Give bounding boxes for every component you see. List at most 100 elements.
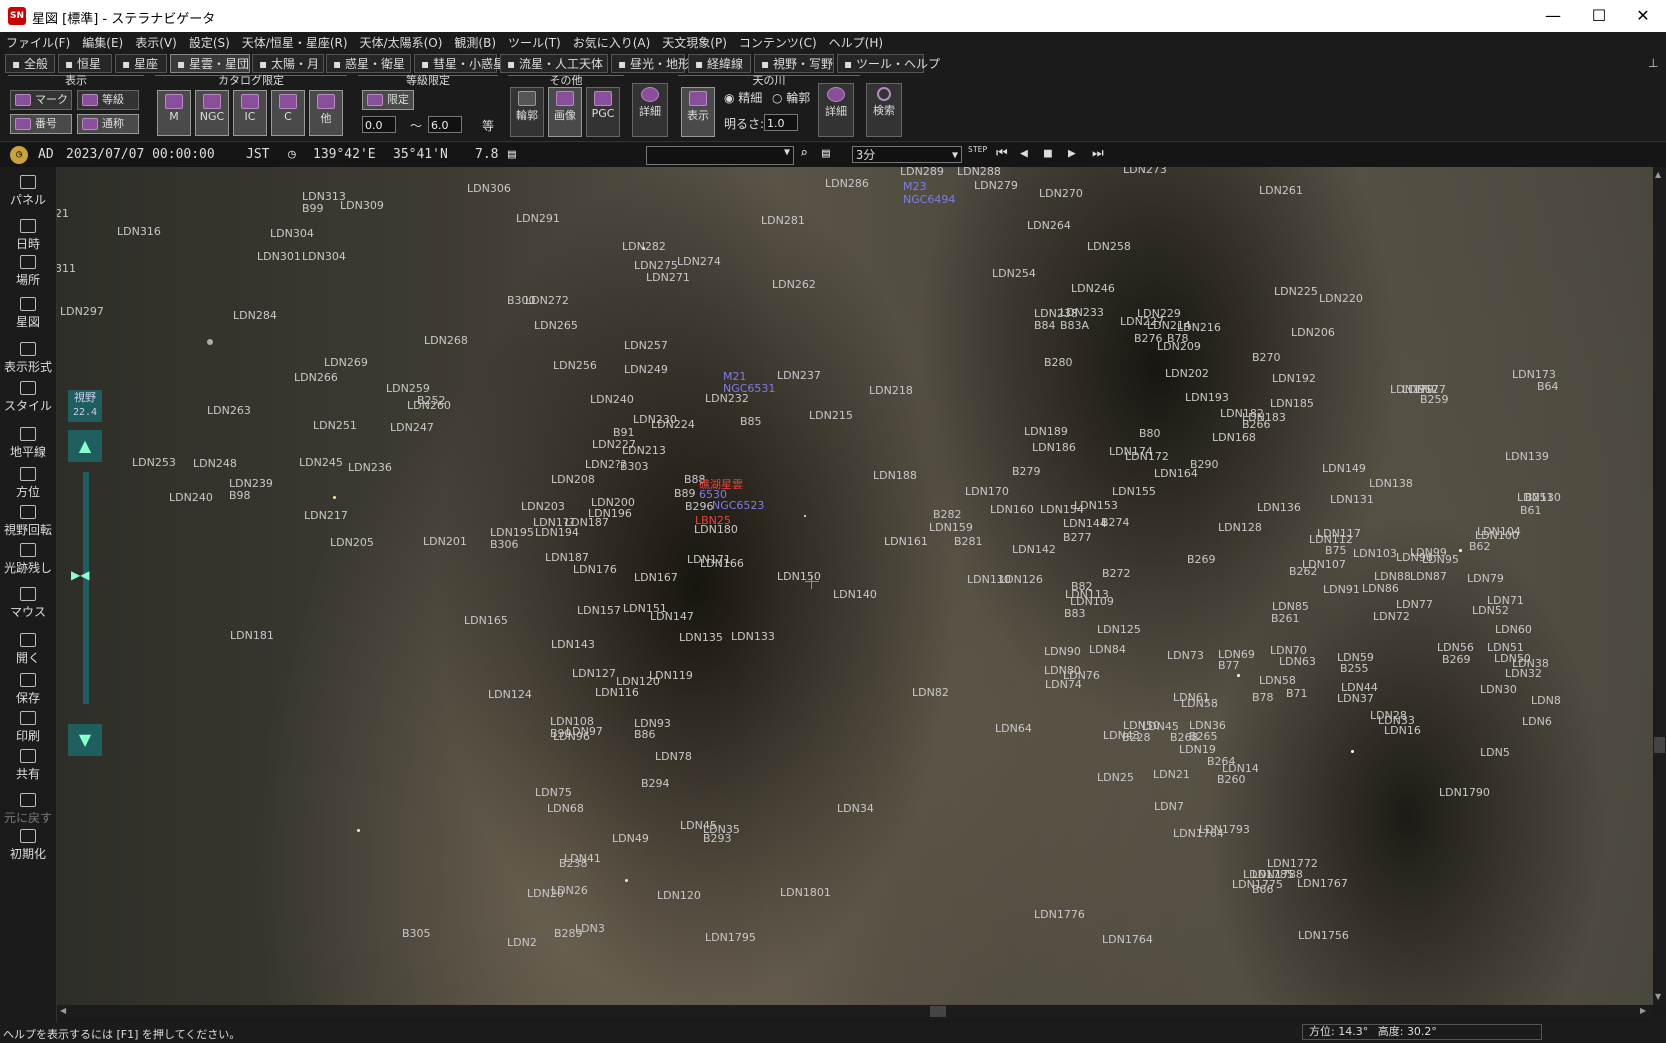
detail-button[interactable]: 詳細 [632, 83, 668, 137]
object-label[interactable]: B282 [933, 508, 962, 521]
tab-9[interactable]: ▪ 昼光・地形 [611, 54, 690, 73]
object-label[interactable]: LDN215 [809, 409, 853, 422]
object-label[interactable]: LDN288 [957, 167, 1001, 178]
object-label[interactable]: B75 [1325, 544, 1347, 557]
object-label[interactable]: LDN116 [595, 686, 639, 699]
object-label[interactable]: LDN157 [577, 604, 621, 617]
menu-item[interactable]: 観測(B) [448, 32, 502, 53]
object-label[interactable]: LDN75 [535, 786, 572, 799]
object-label[interactable]: LDN301 [257, 250, 301, 263]
menu-item[interactable]: 天体/恒星・星座(R) [236, 32, 354, 53]
object-label[interactable]: LDN37 [1337, 692, 1374, 705]
object-label[interactable]: B84 [1034, 319, 1056, 332]
elevation[interactable]: 7.8 [475, 147, 498, 162]
brightness-input[interactable]: 1.0 [764, 114, 798, 131]
object-label[interactable]: LDN193 [1185, 391, 1229, 404]
skip-back-icon[interactable]: ⏮ [996, 146, 1008, 161]
menu-item[interactable]: ツール(T) [502, 32, 567, 53]
object-label[interactable]: LDN249 [624, 363, 668, 376]
tab-5[interactable]: ▪ 太陽・月 [252, 54, 324, 73]
object-label[interactable]: LDN30 [1480, 683, 1517, 696]
object-label[interactable]: B85 [740, 415, 762, 428]
object-label[interactable]: B98 [229, 489, 251, 502]
object-label[interactable]: B305 [402, 927, 431, 940]
catalog-ic-button[interactable]: IC [233, 90, 267, 136]
object-label[interactable]: LDN153 [1074, 499, 1118, 512]
object-label[interactable]: LDN291 [516, 212, 560, 225]
object-label[interactable]: M23 [903, 180, 927, 193]
object-label[interactable]: LDN201 [423, 535, 467, 548]
object-label[interactable]: LDN257 [624, 339, 668, 352]
object-label[interactable]: LDN160 [990, 503, 1034, 516]
skip-forward-icon[interactable]: ⏭ [1092, 146, 1104, 161]
object-label[interactable]: B306 [490, 538, 519, 551]
object-label[interactable]: LDN194 [535, 526, 579, 539]
zoom-slider[interactable]: ▶◀ [71, 472, 89, 704]
object-label[interactable]: LDN209 [1157, 340, 1201, 353]
object-label[interactable]: LDN251 [313, 419, 357, 432]
object-label[interactable]: LDN225 [1274, 285, 1318, 298]
step-select[interactable]: 3分 ▼ [852, 146, 962, 163]
object-label[interactable]: B78 [1252, 691, 1274, 704]
object-label[interactable]: LDN260 [407, 399, 451, 412]
object-label[interactable]: LDN245 [299, 456, 343, 469]
object-label[interactable]: LDN82 [912, 686, 949, 699]
object-label[interactable]: LDN34 [837, 802, 874, 815]
object-label[interactable]: B251 [1525, 491, 1554, 504]
catalog-c-button[interactable]: C [271, 90, 305, 136]
object-label[interactable]: LDN261 [1259, 184, 1303, 197]
object-label[interactable]: LDN1767 [1297, 877, 1348, 890]
object-label[interactable]: LDN224 [651, 418, 695, 431]
object-label[interactable]: B228 [1122, 731, 1151, 744]
object-label[interactable]: B89 [674, 487, 696, 500]
object-label[interactable]: LDN1764 [1102, 933, 1153, 946]
object-label[interactable]: LDN74 [1045, 678, 1082, 691]
now-icon[interactable]: ◷ [288, 147, 296, 162]
object-label[interactable]: LDN1776 [1034, 908, 1085, 921]
longitude[interactable]: 139°42'E [313, 147, 376, 162]
object-label[interactable]: LDN1764 [1173, 827, 1224, 840]
horizontal-scrollbar[interactable]: ◀ ▶ [57, 1005, 1653, 1018]
tab-6[interactable]: ▪ 惑星・衛星 [326, 54, 411, 73]
object-label[interactable]: LDN256 [553, 359, 597, 372]
catalog-other-button[interactable]: 他 [309, 90, 343, 136]
sidebar-item-3[interactable]: 場所 [0, 255, 56, 288]
object-label[interactable]: LDN155 [1112, 485, 1156, 498]
sidebar-item-8[interactable]: 方位 [0, 467, 56, 500]
object-label[interactable]: LDN64 [995, 722, 1032, 735]
tab-10[interactable]: ▪ 経緯線 [688, 54, 751, 73]
object-label[interactable]: LDN140 [833, 588, 877, 601]
pgc-button[interactable]: PGC [586, 87, 620, 137]
sidebar-item-10[interactable]: 光跡残し [0, 543, 56, 576]
object-label[interactable]: LDN68 [547, 802, 584, 815]
object-label[interactable]: LDN262 [772, 278, 816, 291]
object-label[interactable]: LDN58 [1181, 697, 1218, 710]
object-label[interactable]: LDN203 [521, 500, 565, 513]
object-label[interactable]: B272 [1102, 567, 1131, 580]
menu-item[interactable]: 表示(V) [129, 32, 183, 53]
object-label[interactable]: 311 [57, 262, 76, 275]
object-label[interactable]: B80 [1139, 427, 1161, 440]
clock-icon[interactable]: ◷ [10, 146, 28, 164]
object-label[interactable]: LDN192 [1272, 372, 1316, 385]
datetime[interactable]: 2023/07/07 00:00:00 [66, 147, 215, 162]
object-label[interactable]: NGC6523 [712, 499, 764, 512]
menu-item[interactable]: お気に入り(A) [567, 32, 657, 53]
object-label[interactable]: LDN248 [193, 457, 237, 470]
object-label[interactable]: LDN274 [677, 255, 721, 268]
object-label[interactable]: LDN60 [1495, 623, 1532, 636]
magnitude-button[interactable]: 等級 [77, 90, 139, 110]
mag-min-input[interactable]: 0.0 [362, 116, 396, 133]
object-label[interactable]: LDN240 [590, 393, 634, 406]
object-label[interactable]: LDN84 [1089, 643, 1126, 656]
object-label[interactable]: LDN268 [424, 334, 468, 347]
sidebar-item-6[interactable]: スタイル [0, 381, 56, 414]
object-label[interactable]: LDN103 [1353, 547, 1397, 560]
object-label[interactable]: LDN247 [390, 421, 434, 434]
object-label[interactable]: LDN297 [60, 305, 104, 318]
object-label[interactable]: LDN32 [1505, 667, 1542, 680]
tab-3[interactable]: ▪ 星座 [115, 54, 167, 73]
object-label[interactable]: LDN304 [302, 250, 346, 263]
object-label[interactable]: LDN150 [777, 570, 821, 583]
object-label[interactable]: LDN273 [1123, 167, 1167, 176]
